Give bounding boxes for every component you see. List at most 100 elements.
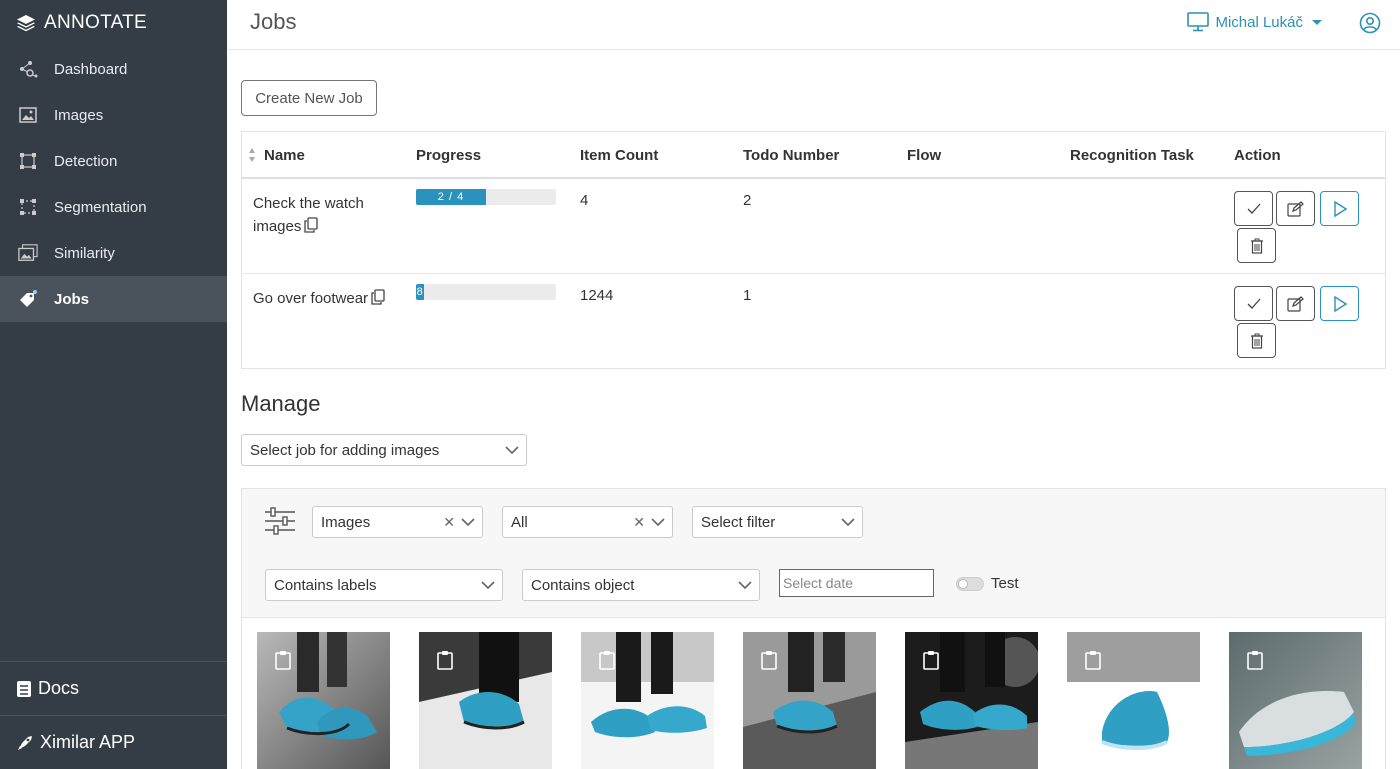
image-thumbnail[interactable] — [905, 632, 1038, 769]
progress-bar: 2 / 4 — [416, 189, 556, 205]
select-job-dropdown[interactable]: Select job for adding images — [241, 434, 527, 466]
play-icon — [1333, 200, 1347, 217]
edit-icon — [1287, 295, 1304, 312]
column-header-flow: Flow — [907, 147, 942, 164]
clipboard-icon[interactable] — [1085, 650, 1101, 670]
contains-object-select[interactable]: Contains object — [522, 569, 760, 601]
play-button[interactable] — [1320, 286, 1359, 321]
clear-icon[interactable]: ✕ — [443, 514, 455, 531]
caret-down-icon — [1312, 19, 1322, 25]
labels-placeholder: Contains labels — [274, 577, 377, 594]
topbar: Jobs Michal Lukáč — [227, 0, 1400, 50]
sidebar: ANNOTATE Dashboard Images Detection Segm… — [0, 0, 227, 769]
play-button[interactable] — [1320, 191, 1359, 226]
column-header-todo-number: Todo Number — [743, 147, 840, 164]
select-job-placeholder: Select job for adding images — [250, 442, 440, 459]
account-icon[interactable] — [1359, 12, 1381, 39]
column-header-action: Action — [1234, 147, 1281, 164]
sidebar-item-dashboard[interactable]: Dashboard — [0, 46, 227, 92]
delete-button[interactable] — [1237, 228, 1276, 263]
progress-fill: 8 — [416, 284, 425, 300]
copy-icon[interactable] — [371, 289, 385, 312]
image-thumbnail[interactable] — [1229, 632, 1362, 769]
scope-select[interactable]: All ✕ — [502, 506, 673, 538]
job-name-cell: Check the watch images — [253, 192, 383, 240]
todo-number: 2 — [743, 192, 752, 209]
contains-labels-select[interactable]: Contains labels — [265, 569, 503, 601]
docs-link[interactable]: Docs — [0, 661, 227, 715]
column-header-recognition-task: Recognition Task — [1070, 147, 1194, 164]
image-thumbnail[interactable] — [419, 632, 552, 769]
sidebar-item-label: Detection — [54, 152, 118, 170]
sidebar-item-similarity[interactable]: Similarity — [0, 230, 227, 276]
clipboard-icon[interactable] — [437, 650, 453, 670]
chevron-down-icon — [651, 518, 665, 527]
sidebar-bottom: Docs Ximilar APP — [0, 661, 227, 769]
edit-button[interactable] — [1276, 286, 1315, 321]
table-row: Check the watch images 2 / 4 4 2 — [242, 179, 1385, 274]
image-thumbnail[interactable] — [1067, 632, 1200, 769]
sidebar-item-jobs[interactable]: Jobs — [0, 276, 227, 322]
progress-fill: 2 / 4 — [416, 189, 486, 205]
chevron-down-icon — [841, 518, 855, 527]
segmentation-icon — [18, 197, 38, 217]
docs-label: Docs — [38, 678, 80, 698]
sidebar-item-images[interactable]: Images — [0, 92, 227, 138]
main-content: Create New Job Name Progress Item Count … — [227, 50, 1400, 769]
image-thumbnail[interactable] — [257, 632, 390, 769]
ximilar-app-label: Ximilar APP — [40, 732, 136, 752]
complete-button[interactable] — [1234, 191, 1273, 226]
check-icon — [1247, 203, 1260, 214]
ximilar-app-link[interactable]: Ximilar APP — [0, 715, 227, 769]
column-header-name[interactable]: Name — [264, 147, 305, 164]
user-menu[interactable]: Michal Lukáč — [1187, 12, 1322, 32]
image-gallery — [241, 618, 1386, 769]
toggle-knob — [958, 579, 968, 589]
table-row: Go over footwear 8 1244 1 — [242, 274, 1385, 369]
job-name-cell: Go over footwear — [253, 287, 413, 312]
play-icon — [1333, 295, 1347, 312]
page-title: Jobs — [250, 9, 297, 34]
clipboard-icon[interactable] — [761, 650, 777, 670]
rocket-icon — [16, 734, 34, 752]
delete-button[interactable] — [1237, 323, 1276, 358]
test-toggle[interactable] — [956, 577, 984, 591]
scope-value: All — [511, 514, 528, 531]
filter-placeholder: Select filter — [701, 514, 776, 531]
type-select[interactable]: Images ✕ — [312, 506, 483, 538]
table-header: Name Progress Item Count Todo Number Flo… — [242, 132, 1385, 179]
filters-icon[interactable] — [264, 507, 296, 535]
sidebar-item-segmentation[interactable]: Segmentation — [0, 184, 227, 230]
sort-icon[interactable] — [248, 147, 256, 163]
filter-select[interactable]: Select filter — [692, 506, 863, 538]
clear-icon[interactable]: ✕ — [633, 514, 645, 531]
jobs-table: Name Progress Item Count Todo Number Flo… — [241, 131, 1386, 369]
clipboard-icon[interactable] — [599, 650, 615, 670]
filter-panel: Images ✕ All ✕ Select filter Contains la… — [241, 488, 1386, 618]
clipboard-icon[interactable] — [1247, 650, 1263, 670]
test-label: Test — [991, 575, 1019, 592]
brand[interactable]: ANNOTATE — [0, 0, 227, 46]
layers-icon — [17, 15, 35, 32]
copy-icon[interactable] — [304, 217, 319, 240]
create-job-button[interactable]: Create New Job — [241, 80, 377, 116]
sidebar-item-label: Images — [54, 106, 104, 124]
detection-icon — [18, 151, 38, 171]
sidebar-item-detection[interactable]: Detection — [0, 138, 227, 184]
brand-name: ANNOTATE — [44, 12, 148, 33]
edit-button[interactable] — [1276, 191, 1315, 226]
type-value: Images — [321, 514, 371, 531]
date-input[interactable] — [779, 569, 934, 597]
image-thumbnail[interactable] — [743, 632, 876, 769]
job-name: Go over footwear — [253, 290, 369, 307]
complete-button[interactable] — [1234, 286, 1273, 321]
progress-bar: 8 — [416, 284, 556, 300]
edit-icon — [1287, 200, 1304, 217]
docs-icon — [16, 680, 32, 698]
sidebar-item-label: Similarity — [54, 244, 115, 262]
clipboard-icon[interactable] — [275, 650, 291, 670]
monitor-icon — [1187, 12, 1210, 32]
image-thumbnail[interactable] — [581, 632, 714, 769]
chevron-down-icon — [461, 518, 475, 527]
clipboard-icon[interactable] — [923, 650, 939, 670]
